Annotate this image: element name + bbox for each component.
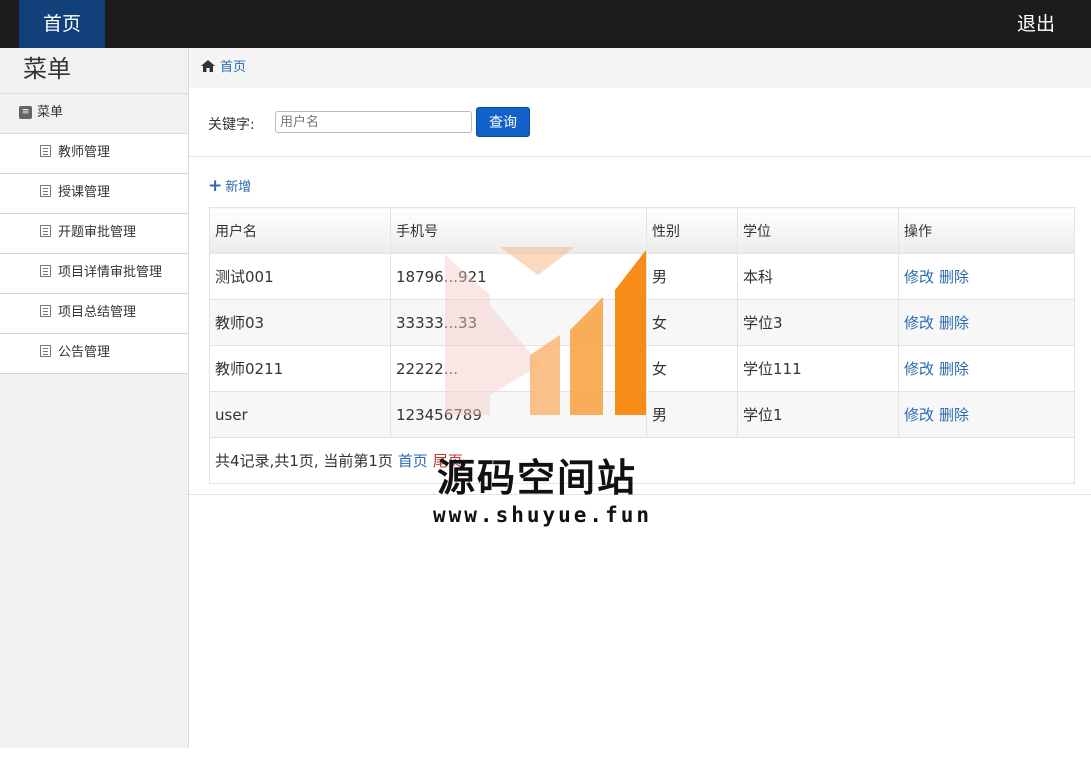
document-icon: [40, 225, 51, 237]
breadcrumb: 首页: [189, 48, 1091, 88]
cell-gender: 男: [646, 391, 738, 438]
table-row: user 123456789 男 学位1 修改 删除: [209, 391, 1075, 438]
cell-username: user: [209, 391, 391, 438]
cell-actions: 修改 删除: [898, 299, 1075, 346]
cell-degree: 本科: [737, 253, 899, 300]
cell-phone: 123456789: [390, 391, 647, 438]
sidebar-title: 菜单: [0, 48, 188, 94]
main-content: 首页 关键字: 查询 +新增 用户名 手机号 性别 学位 操作 测试001 18…: [189, 48, 1091, 777]
cell-actions: 修改 删除: [898, 253, 1075, 300]
cell-degree: 学位1: [737, 391, 899, 438]
sidebar-item-label: 开题审批管理: [58, 225, 137, 240]
query-button[interactable]: 查询: [476, 107, 530, 137]
add-new-button[interactable]: + 新增: [208, 176, 251, 196]
cell-actions: 修改 删除: [898, 391, 1075, 438]
cell-degree: 学位111: [737, 345, 899, 392]
username-search-input[interactable]: [275, 111, 472, 133]
pagination-row: 共4记录,共1页, 当前第1页 首页 尾页: [209, 437, 1075, 484]
watermark-url: www.shuyue.fun: [433, 503, 653, 527]
sidebar-item-project-summary[interactable]: 项目总结管理: [0, 294, 188, 334]
delete-link[interactable]: 删除: [939, 360, 969, 378]
user-table: 用户名 手机号 性别 学位 操作 测试001 18796...921 男 本科 …: [209, 207, 1075, 484]
logout-link[interactable]: 退出: [1017, 0, 1055, 48]
edit-link[interactable]: 修改: [904, 268, 934, 286]
cell-phone: 22222...: [390, 345, 647, 392]
plus-icon: +: [208, 176, 223, 196]
cell-gender: 女: [646, 345, 738, 392]
sidebar-item-label: 项目总结管理: [58, 305, 137, 320]
document-icon: [40, 305, 51, 317]
sidebar-item-label: 授课管理: [58, 185, 111, 200]
sidebar-item-teacher[interactable]: 教师管理: [0, 134, 188, 174]
cell-actions: 修改 删除: [898, 345, 1075, 392]
document-icon: [40, 265, 51, 277]
pagination-summary: 共4记录,共1页, 当前第1页: [215, 452, 393, 470]
sidebar-item-announcement[interactable]: 公告管理: [0, 334, 188, 374]
column-header: 学位: [737, 207, 899, 254]
cell-username: 教师0211: [209, 345, 391, 392]
pagination: 共4记录,共1页, 当前第1页 首页 尾页: [209, 437, 1075, 484]
document-icon: [40, 185, 51, 197]
sidebar-item-proposal[interactable]: 开题审批管理: [0, 214, 188, 254]
home-tab[interactable]: 首页: [19, 0, 105, 48]
home-icon: [201, 49, 215, 89]
first-page-link[interactable]: 首页: [398, 452, 428, 470]
edit-link[interactable]: 修改: [904, 406, 934, 424]
sidebar-item-project-detail[interactable]: 项目详情审批管理: [0, 254, 188, 294]
cell-gender: 男: [646, 253, 738, 300]
sidebar-item-label: 公告管理: [58, 345, 111, 360]
breadcrumb-home-link[interactable]: 首页: [220, 60, 246, 75]
cell-phone: 33333...33: [390, 299, 647, 346]
column-header: 操作: [898, 207, 1075, 254]
watermark-text: 源码空间站: [437, 456, 638, 500]
document-icon: [40, 145, 51, 157]
table-header-row: 用户名 手机号 性别 学位 操作: [209, 207, 1075, 254]
add-new-label: 新增: [225, 180, 252, 195]
cell-username: 测试001: [209, 253, 391, 300]
sidebar-item-teaching[interactable]: 授课管理: [0, 174, 188, 214]
table-row: 教师0211 22222... 女 学位111 修改 删除: [209, 345, 1075, 392]
column-header: 手机号: [390, 207, 647, 254]
cell-username: 教师03: [209, 299, 391, 346]
table-row: 测试001 18796...921 男 本科 修改 删除: [209, 253, 1075, 300]
sidebar-item-label: 教师管理: [58, 145, 111, 160]
content-divider: [189, 494, 1091, 495]
delete-link[interactable]: 删除: [939, 314, 969, 332]
keyword-label: 关键字:: [208, 117, 255, 133]
delete-link[interactable]: 删除: [939, 406, 969, 424]
search-bar: 关键字: 查询: [189, 88, 1091, 157]
top-navbar: 首页 退出: [0, 0, 1091, 48]
document-icon: [40, 345, 51, 357]
cell-phone: 18796...921: [390, 253, 647, 300]
edit-link[interactable]: 修改: [904, 360, 934, 378]
list-box-icon: ≡: [19, 106, 32, 119]
cell-degree: 学位3: [737, 299, 899, 346]
sidebar: 菜单 ≡ 菜单 教师管理 授课管理 开题审批管理 项目详情审批管理 项目总结管理 …: [0, 48, 189, 748]
menu-group-label: 菜单: [37, 105, 64, 120]
column-header: 性别: [646, 207, 738, 254]
cell-gender: 女: [646, 299, 738, 346]
edit-link[interactable]: 修改: [904, 314, 934, 332]
column-header: 用户名: [209, 207, 391, 254]
table-row: 教师03 33333...33 女 学位3 修改 删除: [209, 299, 1075, 346]
sidebar-item-label: 项目详情审批管理: [58, 265, 163, 280]
delete-link[interactable]: 删除: [939, 268, 969, 286]
menu-group-header[interactable]: ≡ 菜单: [0, 94, 188, 134]
